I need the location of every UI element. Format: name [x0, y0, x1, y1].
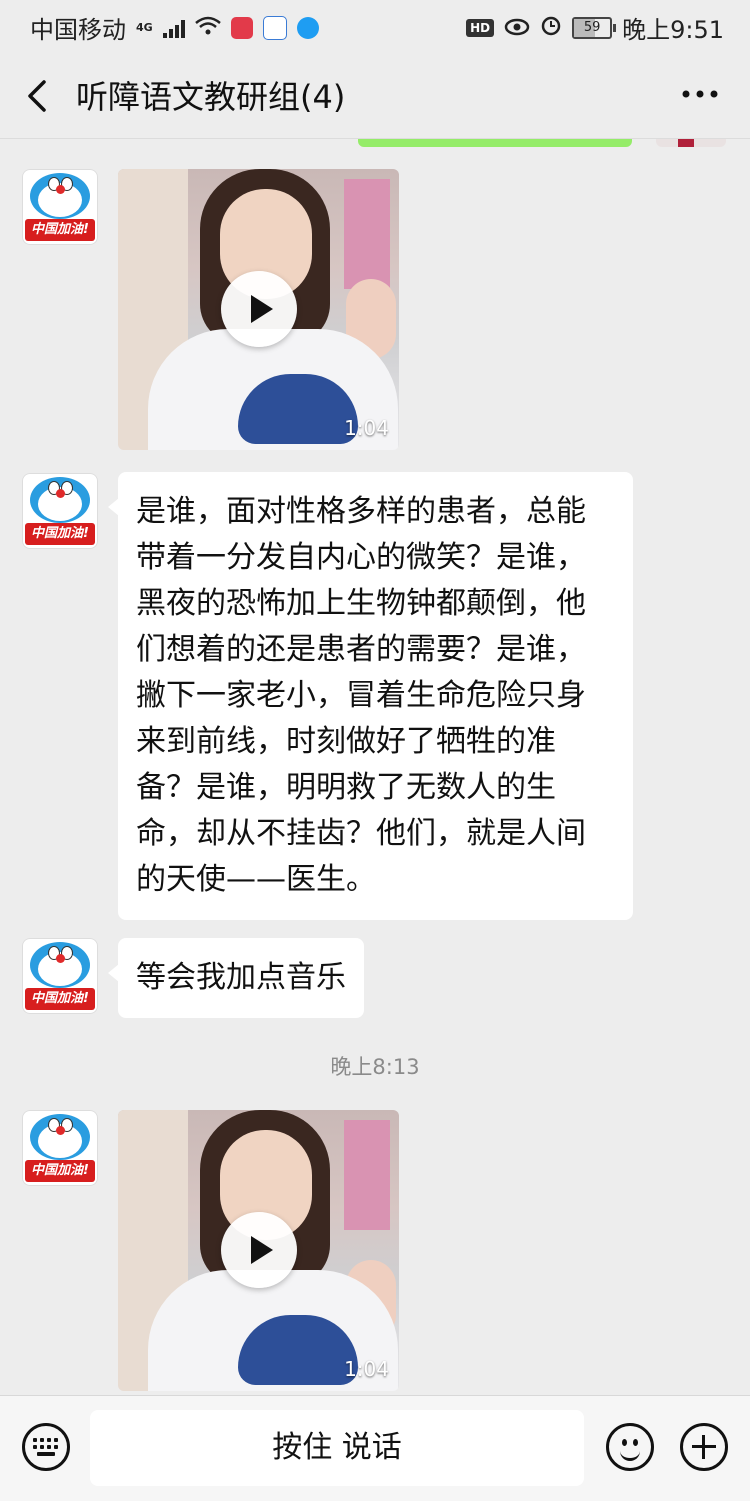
more-options-button[interactable] — [680, 82, 720, 106]
avatar[interactable]: 中国加油! — [22, 938, 98, 1014]
text-message[interactable]: 是谁，面对性格多样的患者，总能带着一分发自内心的微笑？是谁，黑夜的恐怖加上生物钟… — [108, 472, 633, 920]
keyboard-icon — [33, 1438, 59, 1456]
carrier-name: 中国移动 — [30, 16, 126, 44]
hold-to-talk-button[interactable]: 按住 说话 — [90, 1410, 584, 1486]
emoji-button[interactable] — [606, 1423, 654, 1471]
hd-icon: HD — [466, 18, 495, 37]
avatar-label: 中国加油! — [25, 219, 95, 241]
video-duration: 1:04 — [344, 1357, 389, 1381]
eye-icon — [504, 14, 530, 42]
chat-title: 听障语文教研组(4) — [76, 78, 346, 116]
more-dots-icon — [682, 90, 718, 98]
calendar-app-icon — [230, 16, 253, 39]
more-actions-button[interactable] — [680, 1423, 728, 1471]
play-icon[interactable] — [221, 271, 297, 347]
previous-self-avatar — [656, 139, 726, 147]
keyboard-toggle-button[interactable] — [22, 1423, 70, 1471]
avatar[interactable]: 中国加油! — [22, 169, 98, 245]
play-icon[interactable] — [221, 1212, 297, 1288]
avatar[interactable]: 中国加油! — [22, 1110, 98, 1186]
signal-icon — [162, 18, 185, 38]
previous-sent-bubble — [358, 139, 632, 147]
baidu-app-icon — [262, 15, 287, 40]
text-message[interactable]: 等会我加点音乐 — [108, 938, 364, 1018]
back-button[interactable] — [20, 74, 60, 118]
video-message[interactable]: 1:04 — [118, 1110, 399, 1391]
wifi-icon — [194, 14, 221, 42]
smiley-icon — [622, 1439, 627, 1446]
video-message[interactable]: 1:04 — [118, 169, 399, 450]
status-bar: 中国移动 4G HD 59 晚上9:51 — [0, 0, 750, 52]
chat-message-list[interactable]: 中国加油! 1:04 中国加油! 是谁，面对性格多样的患者，总能带着一分发自内心… — [0, 139, 750, 1395]
avatar[interactable]: 中国加油! — [22, 473, 98, 549]
chevron-left-icon — [28, 80, 46, 112]
network-type: 4G — [136, 21, 153, 34]
battery-icon: 59 — [572, 16, 617, 39]
chat-header: 听障语文教研组(4) — [0, 52, 750, 139]
alarm-icon — [540, 14, 562, 42]
video-duration: 1:04 — [344, 416, 389, 440]
clock-time: 晚上9:51 — [622, 16, 724, 44]
browser-app-icon — [296, 16, 319, 39]
input-bar: 按住 说话 — [0, 1395, 750, 1501]
message-timestamp: 晚上8:13 — [330, 1055, 420, 1079]
